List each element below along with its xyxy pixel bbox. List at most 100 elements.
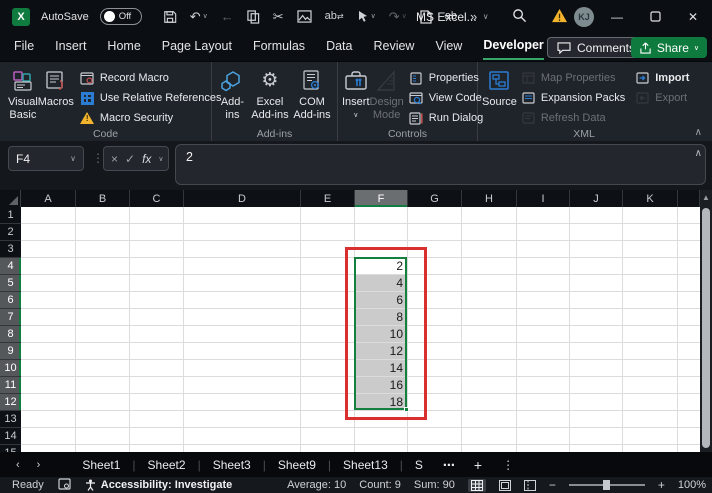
cell-F11[interactable]: 16	[355, 377, 408, 394]
cell-C9[interactable]	[130, 343, 184, 360]
cell-B1[interactable]	[76, 207, 130, 224]
cell-B13[interactable]	[76, 411, 130, 428]
cell-A8[interactable]	[21, 326, 76, 343]
cell-K4[interactable]	[623, 258, 678, 275]
cell-G2[interactable]	[408, 224, 462, 241]
expansion-packs-button[interactable]: Expansion Packs	[521, 90, 625, 106]
zoom-slider[interactable]	[569, 484, 645, 486]
cell-B15[interactable]	[76, 445, 130, 452]
cell-H10[interactable]	[462, 360, 517, 377]
cell-H3[interactable]	[462, 241, 517, 258]
cell-G3[interactable]	[408, 241, 462, 258]
cell-H1[interactable]	[462, 207, 517, 224]
cell-B5[interactable]	[76, 275, 130, 292]
cell-J6[interactable]	[570, 292, 623, 309]
user-avatar[interactable]: KJ	[574, 7, 594, 27]
cell-F14[interactable]	[355, 428, 408, 445]
cell-G4[interactable]	[408, 258, 462, 275]
confirm-entry-icon[interactable]: ✓	[125, 152, 135, 166]
cell-D4[interactable]	[184, 258, 301, 275]
cell-K12[interactable]	[623, 394, 678, 411]
cell-F12[interactable]: 18	[355, 394, 408, 411]
cell-C6[interactable]	[130, 292, 184, 309]
accessibility-status[interactable]: Accessibility: Investigate	[85, 479, 232, 491]
tab-review[interactable]: Review	[373, 35, 414, 59]
cell-C11[interactable]	[130, 377, 184, 394]
cell-H5[interactable]	[462, 275, 517, 292]
column-header-H[interactable]: H	[462, 190, 517, 207]
sheet-options-icon[interactable]: ⋮	[492, 458, 524, 472]
cell-K8[interactable]	[623, 326, 678, 343]
insert-function-icon[interactable]: fx	[142, 152, 151, 166]
sheet-tab-sheet1[interactable]: Sheet1	[70, 455, 132, 475]
row-header-4[interactable]: 4	[0, 258, 21, 275]
cell-K13[interactable]	[623, 411, 678, 428]
cell-I9[interactable]	[517, 343, 570, 360]
cell-B12[interactable]	[76, 394, 130, 411]
cell-E8[interactable]	[301, 326, 355, 343]
column-header-C[interactable]: C	[130, 190, 184, 207]
record-macro-button[interactable]: Record Macro	[80, 70, 222, 86]
cell-A4[interactable]	[21, 258, 76, 275]
cell-D11[interactable]	[184, 377, 301, 394]
column-header-E[interactable]: E	[301, 190, 355, 207]
status-average[interactable]: Average: 10	[287, 479, 346, 491]
row-header-12[interactable]: 12	[0, 394, 21, 411]
source-button[interactable]: Source	[482, 67, 517, 109]
formula-input[interactable]: 2	[175, 144, 706, 185]
cell-J9[interactable]	[570, 343, 623, 360]
new-sheet-icon[interactable]: +	[464, 457, 492, 473]
cell-B10[interactable]	[76, 360, 130, 377]
cell-C14[interactable]	[130, 428, 184, 445]
cell-G14[interactable]	[408, 428, 462, 445]
row-header-11[interactable]: 11	[0, 377, 21, 394]
spreadsheet-grid[interactable]: ABCDEFGHIJK 1234254667881091210141116121…	[0, 190, 700, 452]
cell-H6[interactable]	[462, 292, 517, 309]
cell-D7[interactable]	[184, 309, 301, 326]
cell-B4[interactable]	[76, 258, 130, 275]
tab-formulas[interactable]: Formulas	[253, 35, 305, 59]
row-header-10[interactable]: 10	[0, 360, 21, 377]
cell-I11[interactable]	[517, 377, 570, 394]
cell-D10[interactable]	[184, 360, 301, 377]
sheet-nav-left-icon[interactable]: ‹	[16, 459, 20, 471]
cell-E10[interactable]	[301, 360, 355, 377]
cell-D12[interactable]	[184, 394, 301, 411]
sheet-tab-sheet3[interactable]: Sheet3	[201, 455, 263, 475]
cell-F6[interactable]: 6	[355, 292, 408, 309]
cell-I15[interactable]	[517, 445, 570, 452]
cell-K15[interactable]	[623, 445, 678, 452]
row-header-3[interactable]: 3	[0, 241, 21, 258]
cell-F8[interactable]: 10	[355, 326, 408, 343]
cell-D5[interactable]	[184, 275, 301, 292]
cell-E14[interactable]	[301, 428, 355, 445]
cell-E11[interactable]	[301, 377, 355, 394]
cell-F2[interactable]	[355, 224, 408, 241]
window-title[interactable]: MS Excel... ∨	[416, 0, 489, 33]
cell-B7[interactable]	[76, 309, 130, 326]
cell-E13[interactable]	[301, 411, 355, 428]
properties-button[interactable]: Properties	[409, 70, 483, 86]
cell-F1[interactable]	[355, 207, 408, 224]
cell-A3[interactable]	[21, 241, 76, 258]
cell-A1[interactable]	[21, 207, 76, 224]
tab-developer[interactable]: Developer	[483, 34, 543, 60]
cell-D15[interactable]	[184, 445, 301, 452]
cell-E5[interactable]	[301, 275, 355, 292]
cell-E3[interactable]	[301, 241, 355, 258]
status-count[interactable]: Count: 9	[359, 479, 401, 491]
more-sheets-icon[interactable]: ⋯	[435, 458, 464, 472]
row-header-5[interactable]: 5	[0, 275, 21, 292]
tab-home[interactable]: Home	[107, 35, 140, 59]
share-button[interactable]: Share ∨	[631, 37, 707, 58]
cell-H13[interactable]	[462, 411, 517, 428]
cell-J4[interactable]	[570, 258, 623, 275]
visual-basic-button[interactable]: Visual Basic	[8, 67, 38, 121]
cancel-entry-icon[interactable]: ×	[111, 152, 118, 166]
cell-H15[interactable]	[462, 445, 517, 452]
cell-B14[interactable]	[76, 428, 130, 445]
macro-security-button[interactable]: Macro Security	[80, 110, 222, 126]
cell-G13[interactable]	[408, 411, 462, 428]
cell-J13[interactable]	[570, 411, 623, 428]
cell-J12[interactable]	[570, 394, 623, 411]
